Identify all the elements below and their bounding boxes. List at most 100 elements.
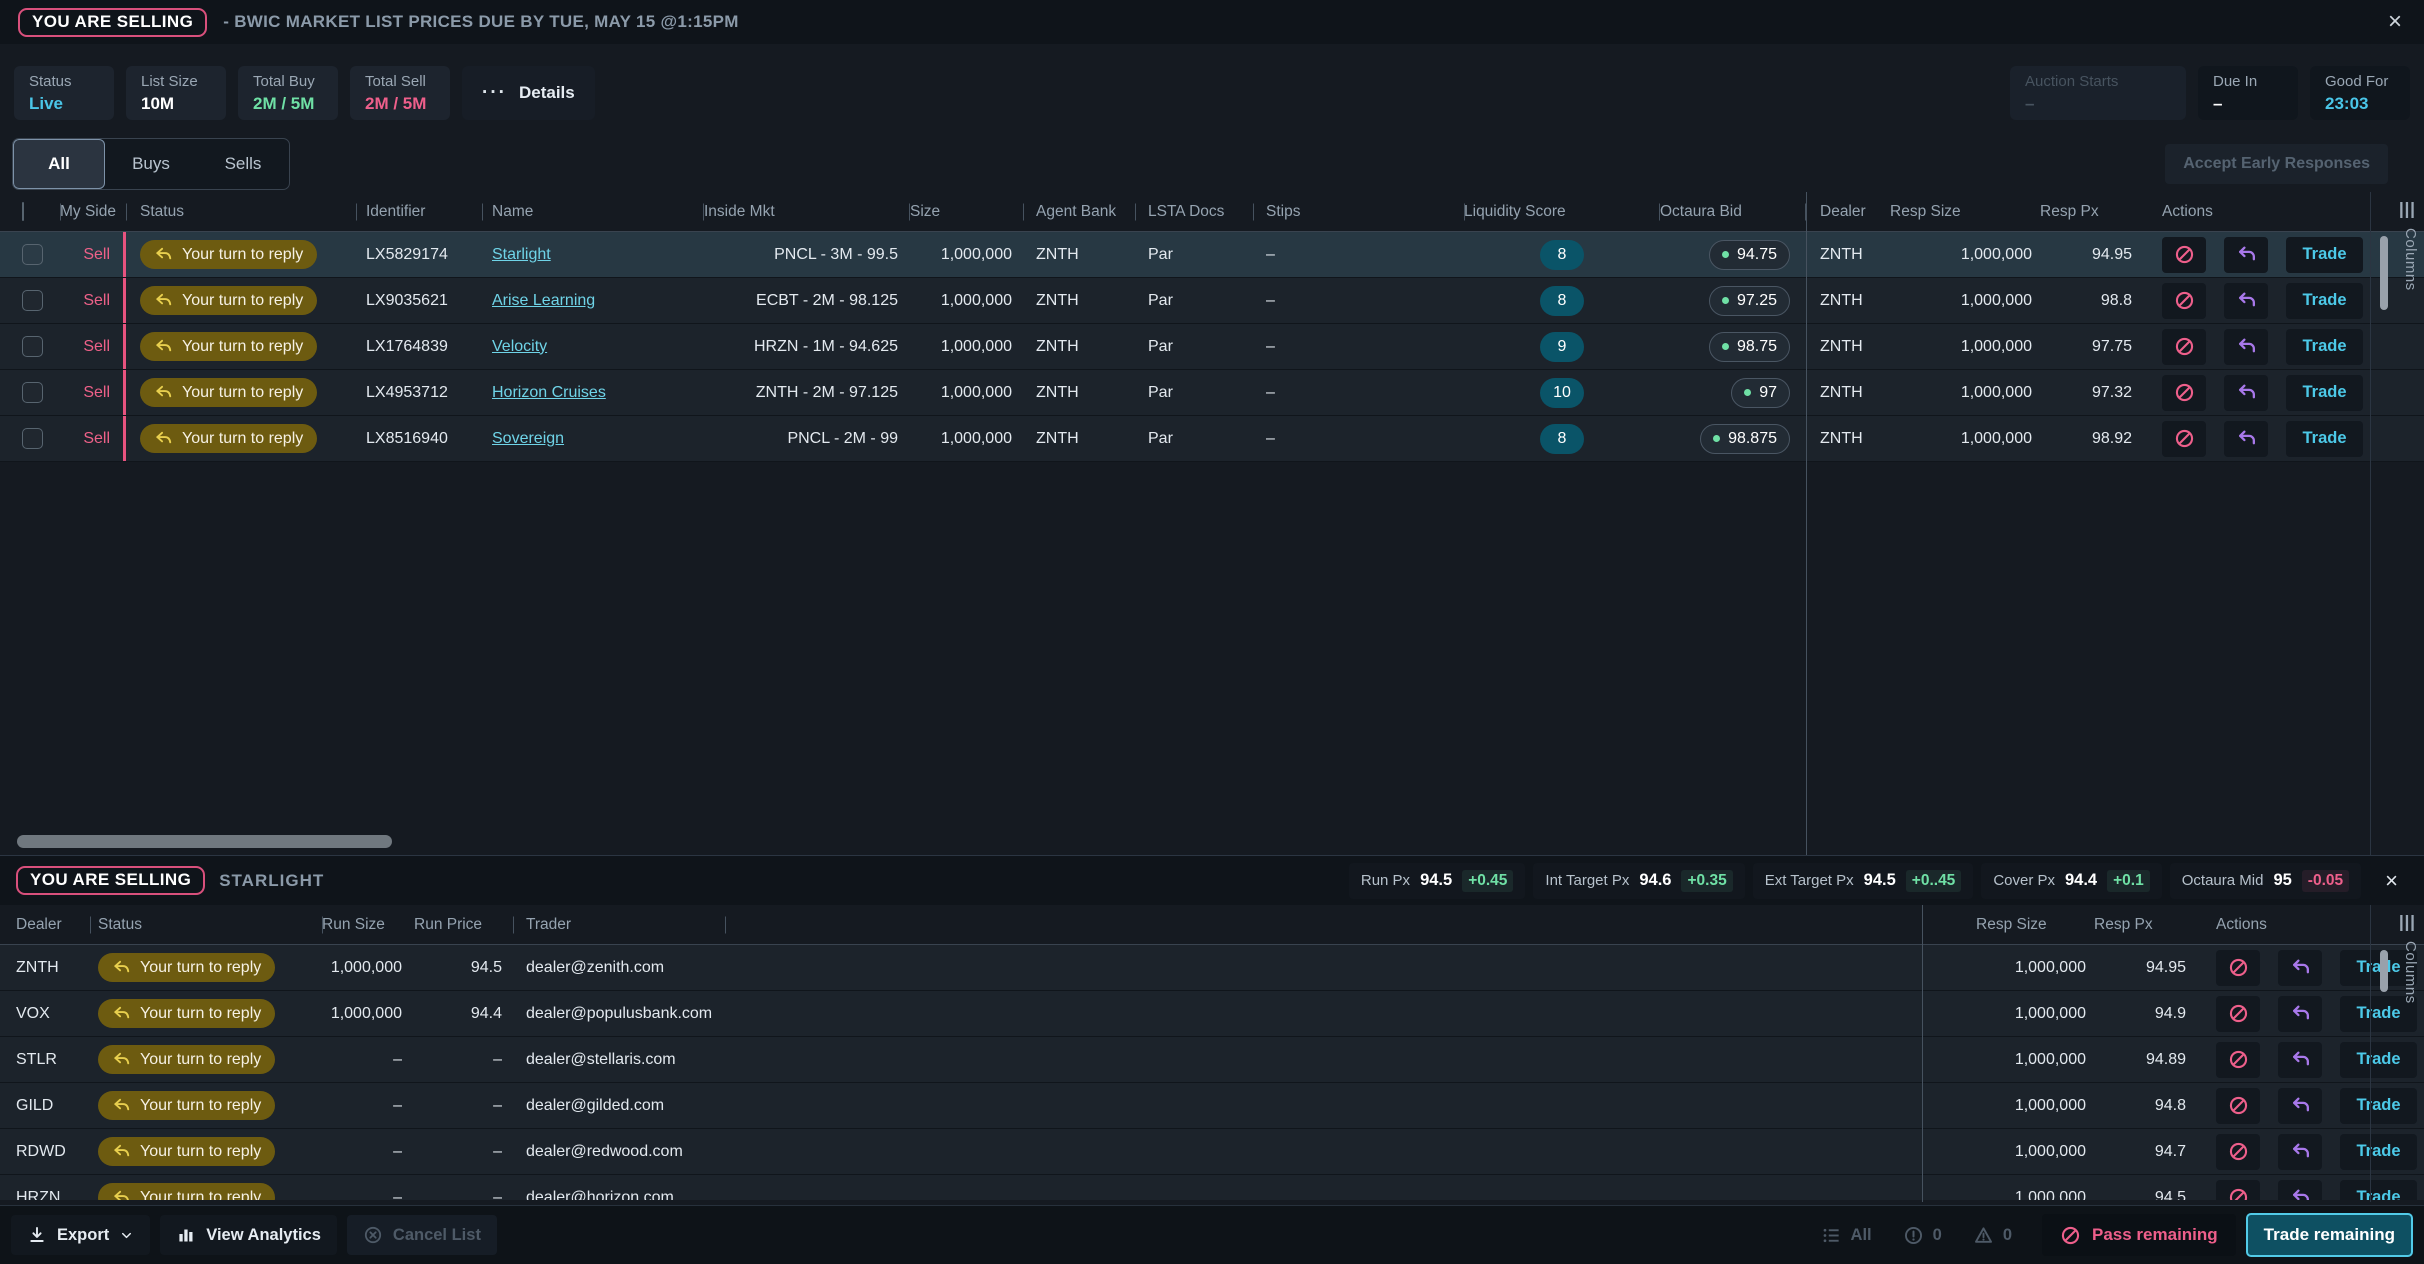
table-row[interactable]: Sell Your turn to reply LX5829174 Starli… xyxy=(0,232,2424,278)
col-stips[interactable]: Stips xyxy=(1254,203,1464,221)
col-liquidity-score[interactable]: Liquidity Score xyxy=(1464,203,1660,221)
dealer-row[interactable]: HRZN Your turn to reply – – dealer@horiz… xyxy=(0,1175,2424,1200)
octaura-bid-pill[interactable]: 97 xyxy=(1731,378,1790,408)
octaura-bid-pill[interactable]: 94.75 xyxy=(1709,240,1790,270)
table-row[interactable]: Sell Your turn to reply LX4953712 Horizo… xyxy=(0,370,2424,416)
view-analytics-button[interactable]: View Analytics xyxy=(160,1215,337,1255)
col-my-side[interactable]: My Side xyxy=(60,203,126,221)
tab-all[interactable]: All xyxy=(13,139,105,189)
row-checkbox[interactable] xyxy=(0,416,60,461)
undo-button[interactable] xyxy=(2278,1088,2322,1124)
detail-close-icon[interactable]: × xyxy=(2375,868,2408,894)
pass-button[interactable] xyxy=(2216,950,2260,986)
undo-button[interactable] xyxy=(2224,421,2268,457)
col-size[interactable]: Size xyxy=(910,203,1024,221)
dealer-row[interactable]: RDWD Your turn to reply – – dealer@redwo… xyxy=(0,1129,2424,1175)
columns-panel-icon[interactable] xyxy=(2397,200,2417,220)
details-button[interactable]: ··· Details xyxy=(462,66,595,120)
col-resp-px-detail[interactable]: Resp Px xyxy=(2094,916,2194,934)
table-row[interactable]: Sell Your turn to reply LX9035621 Arise … xyxy=(0,278,2424,324)
col-resp-size-detail[interactable]: Resp Size xyxy=(1976,916,2094,934)
pass-button[interactable] xyxy=(2162,283,2206,319)
col-octaura-bid[interactable]: Octaura Bid xyxy=(1660,203,1806,221)
table-row[interactable]: Sell Your turn to reply LX8516940 Sovere… xyxy=(0,416,2424,462)
security-name-link[interactable]: Velocity xyxy=(492,338,547,356)
trade-button[interactable]: Trade xyxy=(2286,375,2363,411)
col-run-price[interactable]: Run Price xyxy=(414,916,514,934)
col-resp-px[interactable]: Resp Px xyxy=(2040,203,2140,221)
security-name-link[interactable]: Arise Learning xyxy=(492,292,595,310)
dealer-row[interactable]: STLR Your turn to reply – – dealer@stell… xyxy=(0,1037,2424,1083)
undo-button[interactable] xyxy=(2224,329,2268,365)
trade-remaining-button[interactable]: Trade remaining xyxy=(2246,1213,2413,1257)
octaura-bid-pill[interactable]: 98.875 xyxy=(1700,424,1790,454)
vertical-scrollbar-thumb[interactable] xyxy=(2380,950,2388,992)
pass-button[interactable] xyxy=(2216,1180,2260,1201)
tab-buys[interactable]: Buys xyxy=(105,139,197,189)
dealer-row[interactable]: VOX Your turn to reply 1,000,000 94.4 de… xyxy=(0,991,2424,1037)
horizontal-scrollbar-thumb[interactable] xyxy=(17,835,392,848)
undo-button[interactable] xyxy=(2278,1134,2322,1170)
dealer-row[interactable]: GILD Your turn to reply – – dealer@gilde… xyxy=(0,1083,2424,1129)
undo-button[interactable] xyxy=(2224,283,2268,319)
trade-button[interactable]: Trade xyxy=(2286,237,2363,273)
col-status-detail[interactable]: Status xyxy=(90,916,322,934)
vertical-scrollbar-thumb[interactable] xyxy=(2380,236,2388,310)
row-checkbox[interactable] xyxy=(0,324,60,369)
col-resp-size[interactable]: Resp Size xyxy=(1890,203,2040,221)
resp-px-cell: 94.9 xyxy=(2094,991,2194,1036)
row-checkbox[interactable] xyxy=(0,370,60,415)
col-dealer-detail[interactable]: Dealer xyxy=(0,916,90,934)
octaura-bid-pill[interactable]: 98.75 xyxy=(1709,332,1790,362)
col-lsta-docs[interactable]: LSTA Docs xyxy=(1136,203,1254,221)
security-name-link[interactable]: Sovereign xyxy=(492,430,564,448)
undo-button[interactable] xyxy=(2224,237,2268,273)
columns-rail-label[interactable]: Columns xyxy=(2402,228,2419,291)
dealer-row[interactable]: ZNTH Your turn to reply 1,000,000 94.5 d… xyxy=(0,945,2424,991)
export-button[interactable]: Export xyxy=(11,1215,150,1255)
trade-button[interactable]: Trade xyxy=(2286,283,2363,319)
columns-panel-icon[interactable] xyxy=(2397,913,2417,933)
pass-button[interactable] xyxy=(2216,996,2260,1032)
col-inside-mkt[interactable]: Inside Mkt xyxy=(704,203,910,221)
undo-button[interactable] xyxy=(2224,375,2268,411)
cancel-list-button[interactable]: Cancel List xyxy=(347,1215,497,1255)
close-icon[interactable]: × xyxy=(2384,10,2406,34)
col-run-size[interactable]: Run Size xyxy=(322,916,414,934)
pass-button[interactable] xyxy=(2162,329,2206,365)
accept-early-responses-button[interactable]: Accept Early Responses xyxy=(2165,144,2388,184)
security-name-link[interactable]: Starlight xyxy=(492,246,551,264)
pass-button[interactable] xyxy=(2216,1088,2260,1124)
col-status[interactable]: Status xyxy=(126,203,356,221)
col-identifier[interactable]: Identifier xyxy=(356,203,482,221)
pass-remaining-button[interactable]: Pass remaining xyxy=(2042,1214,2236,1256)
undo-button[interactable] xyxy=(2278,1042,2322,1078)
undo-button[interactable] xyxy=(2278,950,2322,986)
undo-button[interactable] xyxy=(2278,1180,2322,1201)
columns-rail-label[interactable]: Columns xyxy=(2402,941,2419,1004)
col-agent-bank[interactable]: Agent Bank xyxy=(1024,203,1136,221)
octaura-bid-pill[interactable]: 97.25 xyxy=(1709,286,1790,316)
tab-sells[interactable]: Sells xyxy=(197,139,289,189)
price-chip-delta: +0.1 xyxy=(2107,870,2150,892)
col-trader[interactable]: Trader xyxy=(514,916,726,934)
pass-button[interactable] xyxy=(2162,421,2206,457)
detail-table-columns-rail: Columns xyxy=(2370,905,2424,1202)
security-name-link[interactable]: Horizon Cruises xyxy=(492,384,606,402)
pass-button[interactable] xyxy=(2162,375,2206,411)
dealer-status-cell: Your turn to reply xyxy=(90,1175,322,1200)
pass-button[interactable] xyxy=(2216,1042,2260,1078)
trade-button[interactable]: Trade xyxy=(2286,421,2363,457)
col-name[interactable]: Name xyxy=(482,203,704,221)
row-checkbox[interactable] xyxy=(0,278,60,323)
undo-button[interactable] xyxy=(2278,996,2322,1032)
col-dealer[interactable]: Dealer xyxy=(1806,203,1890,221)
select-all-checkbox[interactable] xyxy=(0,203,60,221)
view-all-toggle[interactable]: All xyxy=(1821,1225,1872,1246)
table-row[interactable]: Sell Your turn to reply LX1764839 Veloci… xyxy=(0,324,2424,370)
pass-button[interactable] xyxy=(2216,1134,2260,1170)
name-cell: Horizon Cruises xyxy=(482,370,704,415)
row-checkbox[interactable] xyxy=(0,232,60,277)
trade-button[interactable]: Trade xyxy=(2286,329,2363,365)
pass-button[interactable] xyxy=(2162,237,2206,273)
